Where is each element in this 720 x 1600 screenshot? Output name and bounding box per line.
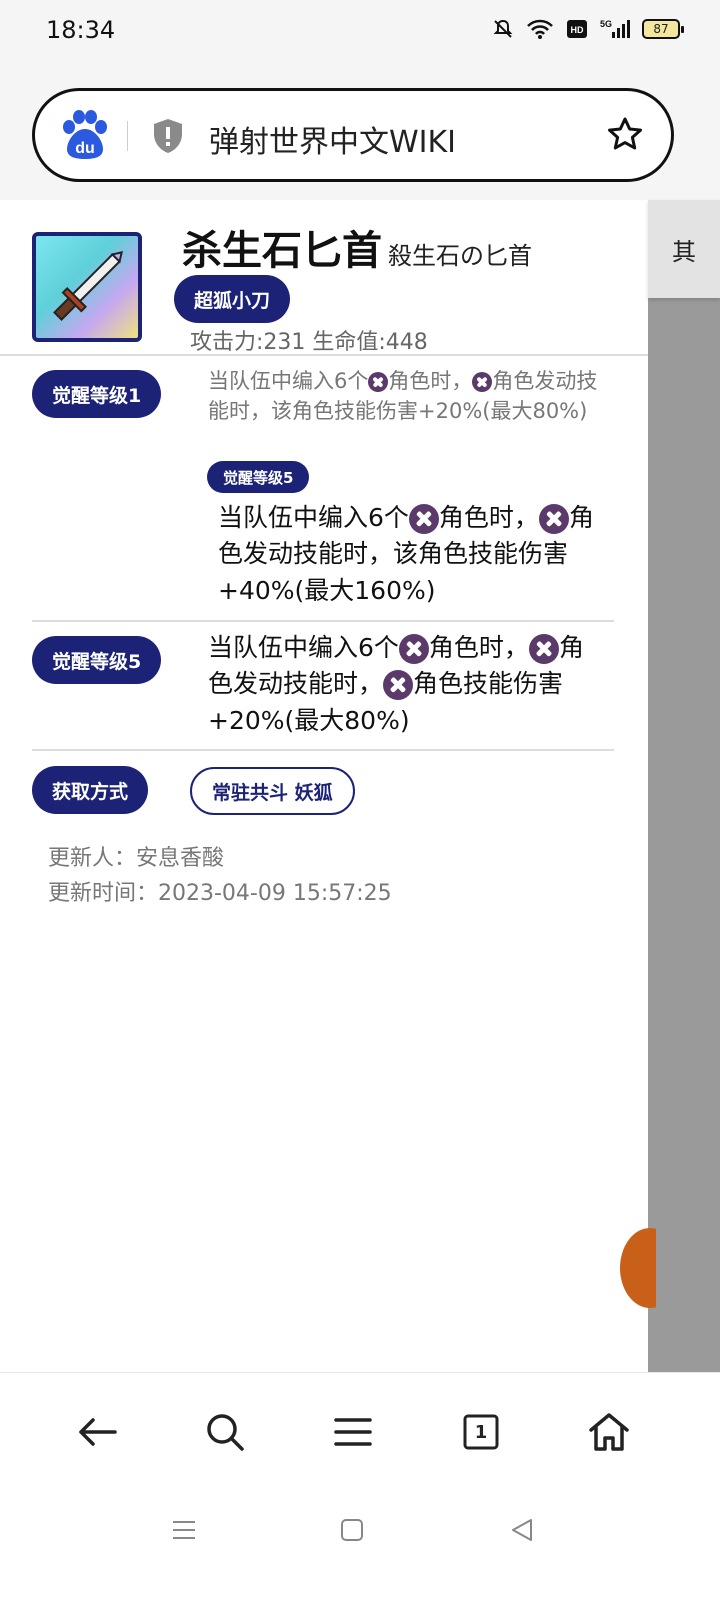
element-icon	[398, 634, 429, 664]
acquire-method-link[interactable]: 常驻共斗 妖狐	[190, 767, 355, 815]
awakening-level-5-label: 觉醒等级5	[32, 636, 162, 684]
desc-part: 当队伍中编入6个	[208, 369, 369, 393]
browser-bottom-nav: 1	[0, 1372, 720, 1492]
url-text[interactable]: 弹射世界中文WIKI	[209, 117, 456, 161]
search-icon	[207, 1414, 244, 1451]
element-icon	[472, 372, 493, 392]
awakening-level-5-sub-label: 觉醒等级5	[207, 461, 310, 493]
desc-part: 角色时，	[388, 369, 473, 393]
search-button[interactable]	[200, 1407, 250, 1457]
system-home-button[interactable]	[332, 1510, 372, 1550]
desc-part: 角色时，	[438, 503, 539, 532]
status-icons: HD 5G 87	[492, 18, 684, 40]
system-back-button[interactable]	[502, 1510, 542, 1550]
element-icon	[538, 504, 569, 534]
divider	[32, 620, 614, 622]
item-stats: 攻击力:231 生命值:448	[190, 330, 428, 355]
awakening-level-1-label: 觉醒等级1	[32, 370, 162, 418]
side-drawer-overlay[interactable]	[648, 200, 720, 1372]
triangle-back-icon	[512, 1519, 532, 1541]
divider	[32, 749, 614, 751]
screen: 18:34 HD 5G 87 du 弹射世界中文WIKI 其 杀生石匕首 殺生石…	[0, 0, 720, 1600]
back-arrow-icon	[79, 1418, 117, 1446]
status-bar: 18:34 HD 5G 87	[0, 0, 720, 64]
square-home-icon	[341, 1519, 363, 1541]
awakening-level-5-desc: 当队伍中编入6个 角色时， 角色发动技能时， 角色技能伤害+20%(最大80%)	[208, 630, 608, 739]
menu-button[interactable]	[328, 1407, 378, 1457]
updater-text: 更新人：安息香酸	[48, 846, 225, 871]
svg-text:5G: 5G	[600, 19, 612, 29]
wifi-icon	[527, 19, 553, 39]
bookmark-star-icon[interactable]	[605, 115, 645, 155]
signal-5g-icon: 5G	[600, 19, 630, 38]
system-menu-button[interactable]	[164, 1510, 204, 1550]
home-button[interactable]	[584, 1407, 634, 1457]
update-time-text: 更新时间：2023-04-09 15:57:25	[48, 881, 392, 906]
svg-text:du: du	[75, 140, 95, 157]
acquire-method-label: 获取方式	[32, 766, 149, 814]
recents-lines-icon	[173, 1521, 195, 1539]
baidu-logo-icon[interactable]: du	[57, 107, 113, 163]
divider	[0, 354, 648, 356]
tabs-count: 1	[474, 1421, 488, 1443]
awakening-level-1-desc: 当队伍中编入6个 角色时， 角色发动技能时，该角色技能伤害+20%(最大80%)	[208, 366, 608, 427]
desc-part: 角色时，	[428, 633, 529, 662]
item-subtitle: 殺生石の匕首	[388, 242, 532, 270]
dagger-icon	[53, 251, 123, 321]
item-title: 杀生石匕首	[182, 228, 382, 274]
side-tab[interactable]: 其	[648, 200, 720, 298]
element-icon	[368, 372, 389, 392]
shield-icon[interactable]	[151, 117, 185, 155]
battery-icon: 87	[642, 19, 684, 39]
element-icon	[528, 634, 559, 664]
item-image	[32, 232, 142, 342]
item-type-tag[interactable]: 超狐小刀	[174, 275, 291, 323]
awakening-level-5-sub-desc: 当队伍中编入6个 角色时， 角色发动技能时，该角色技能伤害+40%(最大160%)	[218, 500, 598, 609]
status-time: 18:34	[46, 16, 116, 44]
hd-icon: HD	[567, 20, 587, 38]
tabs-button[interactable]: 1	[456, 1407, 506, 1457]
back-button[interactable]	[72, 1407, 122, 1457]
desc-part: 当队伍中编入6个	[218, 503, 409, 532]
menu-icon	[334, 1418, 372, 1446]
element-icon	[408, 504, 439, 534]
mute-bell-icon	[493, 19, 513, 38]
desc-part: 当队伍中编入6个	[208, 633, 399, 662]
element-icon	[383, 670, 414, 701]
svg-text:HD: HD	[571, 25, 584, 35]
address-bar[interactable]: du 弹射世界中文WIKI	[32, 88, 674, 182]
system-nav-bar	[0, 1492, 720, 1600]
address-separator	[127, 121, 128, 151]
home-icon	[589, 1413, 629, 1451]
